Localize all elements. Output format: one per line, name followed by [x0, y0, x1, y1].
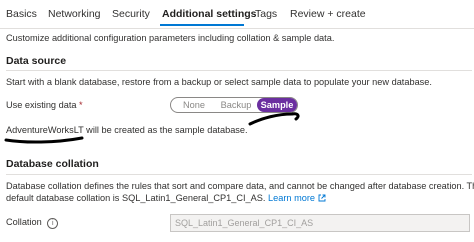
annotation-marks: [4, 112, 300, 144]
annotation-underline-sample: [248, 112, 300, 126]
annotation-underline-adventureworks: [4, 136, 84, 144]
